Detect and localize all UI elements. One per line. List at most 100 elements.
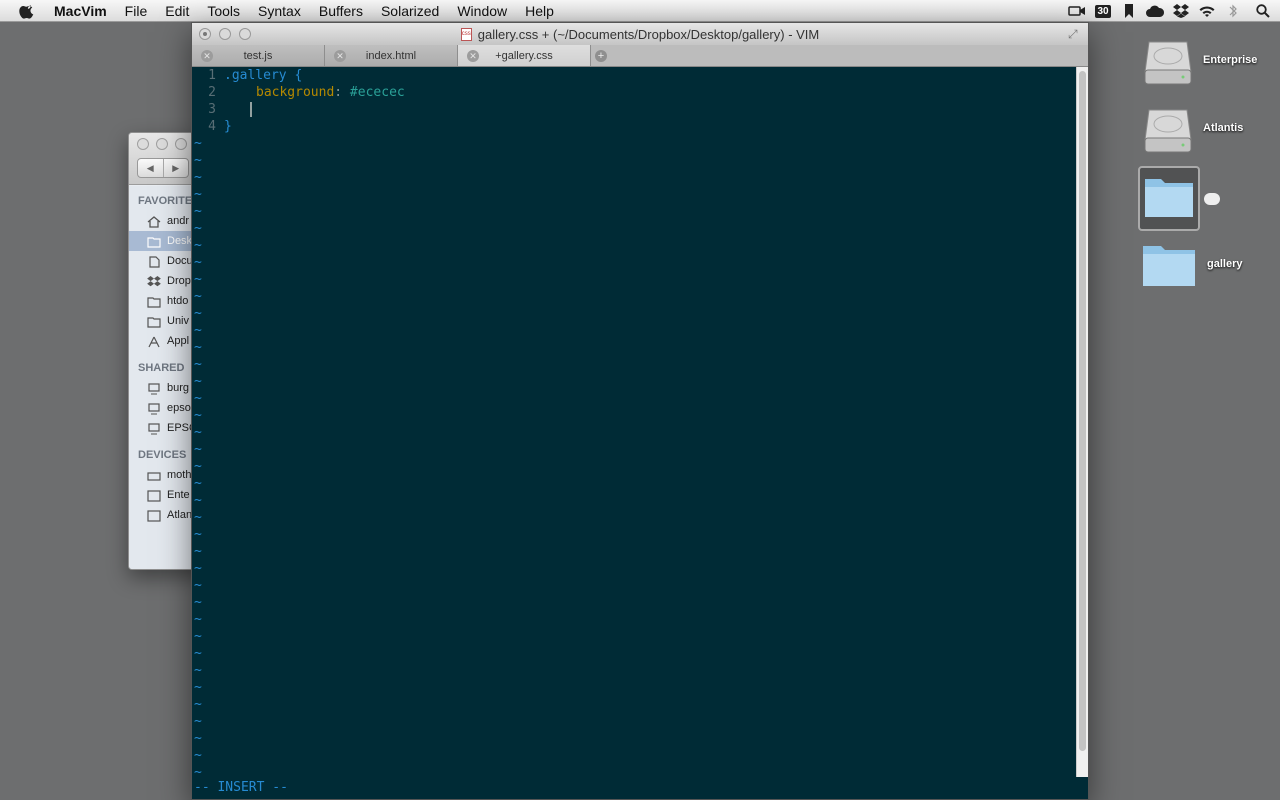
document-icon: [147, 255, 161, 268]
empty-line-tilde: ~: [194, 612, 202, 627]
empty-line-tilde: ~: [194, 442, 202, 457]
empty-line-tilde: ~: [194, 680, 202, 695]
tab-gallery-css[interactable]: ✕ +gallery.css: [458, 45, 591, 66]
hard-drive-icon: [147, 489, 161, 502]
hard-drive-icon: [147, 469, 161, 481]
calendar-icon[interactable]: 30: [1090, 0, 1116, 22]
desktop-icon-atlantis[interactable]: Atlantis: [1143, 102, 1243, 154]
fullscreen-icon[interactable]: ⤢: [1068, 27, 1082, 41]
code-line: 2 background: #ececec: [192, 84, 1076, 101]
menu-tools[interactable]: Tools: [198, 0, 249, 22]
vertical-scrollbar[interactable]: [1076, 67, 1088, 777]
open-brace: {: [286, 68, 303, 83]
empty-line-tilde: ~: [194, 153, 202, 168]
folder-icon: [147, 235, 161, 248]
line-number: 1: [208, 68, 216, 83]
line-number: 3: [208, 102, 216, 117]
desktop-icon-label: Enterprise: [1203, 54, 1258, 66]
desktop-icon-gallery[interactable]: gallery: [1141, 240, 1242, 288]
forward-arrow-icon[interactable]: ▶: [164, 159, 189, 177]
menu-buffers[interactable]: Buffers: [310, 0, 372, 22]
mode-indicator: -- INSERT --: [194, 780, 288, 795]
close-button[interactable]: [137, 138, 149, 150]
code-line: 3: [192, 101, 1076, 118]
hard-drive-icon: [1144, 41, 1192, 85]
empty-line-tilde: ~: [194, 374, 202, 389]
hard-drive-icon: [147, 509, 161, 522]
code-editor[interactable]: 1 .gallery { 2 background: #ececec 3 4 }…: [192, 67, 1076, 780]
empty-line-tilde: ~: [194, 357, 202, 372]
plus-icon: +: [595, 49, 607, 62]
scrollbar-thumb[interactable]: [1079, 71, 1086, 751]
desktop-icon-label: Atlantis: [1203, 122, 1244, 134]
css-file-icon: css: [460, 27, 472, 41]
line-number: 4: [208, 119, 216, 134]
menu-help[interactable]: Help: [516, 0, 563, 22]
empty-line-tilde: ~: [194, 391, 202, 406]
computer-icon: [147, 402, 161, 415]
zoom-button[interactable]: [175, 138, 187, 150]
empty-line-tilde: ~: [194, 459, 202, 474]
empty-line-tilde: ~: [194, 425, 202, 440]
empty-line-tilde: ~: [194, 323, 202, 338]
empty-line-tilde: ~: [194, 221, 202, 236]
video-camera-icon[interactable]: [1064, 0, 1090, 22]
empty-line-tilde: ~: [194, 544, 202, 559]
tab-index-html[interactable]: ✕ index.html: [325, 45, 458, 66]
navigation-buttons: ◀ ▶: [137, 158, 189, 178]
css-selector: .gallery: [224, 68, 287, 83]
tab-close-icon[interactable]: ✕: [334, 50, 346, 62]
empty-line-tilde: ~: [194, 255, 202, 270]
window-titlebar[interactable]: css gallery.css + (~/Documents/Dropbox/D…: [192, 23, 1088, 45]
empty-line-tilde: ~: [194, 714, 202, 729]
empty-line-tilde: ~: [194, 204, 202, 219]
menu-app-name[interactable]: MacVim: [46, 0, 116, 22]
tab-bar: ✕ test.js ✕ index.html ✕ +gallery.css +: [192, 45, 1088, 67]
menu-file[interactable]: File: [116, 0, 157, 22]
cloud-icon[interactable]: [1142, 0, 1168, 22]
empty-line-markers: ~ ~ ~ ~ ~ ~ ~ ~ ~ ~ ~ ~ ~ ~ ~ ~ ~ ~ ~ ~ ~ ~ ~ ~ ~ ~ ~ ~ ~ ~ ~ ~ ~ ~ ~ ~ ~ ~: [192, 135, 1076, 781]
spotlight-search-icon[interactable]: [1246, 0, 1280, 22]
selection-highlight: [1138, 166, 1200, 231]
menu-window[interactable]: Window: [448, 0, 516, 22]
css-property: background: [256, 85, 335, 100]
zoom-button[interactable]: [239, 28, 251, 40]
minimize-button[interactable]: [156, 138, 168, 150]
bluetooth-icon[interactable]: [1220, 0, 1246, 22]
menu-edit[interactable]: Edit: [156, 0, 198, 22]
tab-close-icon[interactable]: ✕: [201, 50, 213, 62]
tab-test-js[interactable]: ✕ test.js: [192, 45, 325, 66]
empty-line-tilde: ~: [194, 476, 202, 491]
wifi-icon[interactable]: [1194, 0, 1220, 22]
macvim-window[interactable]: css gallery.css + (~/Documents/Dropbox/D…: [191, 22, 1089, 800]
menu-syntax[interactable]: Syntax: [249, 0, 310, 22]
empty-line-tilde: ~: [194, 595, 202, 610]
css-colon: :: [334, 85, 343, 100]
code-line: 1 .gallery {: [192, 67, 1076, 84]
empty-line-tilde: ~: [194, 731, 202, 746]
new-tab-button[interactable]: +: [591, 45, 611, 66]
desktop-icon-new-folder[interactable]: [1138, 166, 1220, 231]
tab-close-icon[interactable]: ✕: [467, 50, 479, 62]
desktop-icon-label: gallery: [1207, 258, 1243, 270]
desktop-icon-enterprise[interactable]: Enterprise: [1143, 34, 1257, 86]
minimize-button[interactable]: [219, 28, 231, 40]
empty-line-tilde: ~: [194, 697, 202, 712]
empty-line-tilde: ~: [194, 510, 202, 525]
empty-line-tilde: ~: [194, 578, 202, 593]
empty-line-tilde: ~: [194, 561, 202, 576]
empty-line-tilde: ~: [194, 629, 202, 644]
close-brace: }: [224, 119, 232, 134]
close-button[interactable]: [199, 28, 211, 40]
apple-logo-icon[interactable]: [18, 3, 38, 19]
code-line: 4 }: [192, 118, 1076, 135]
bookmark-icon[interactable]: [1116, 0, 1142, 22]
back-arrow-icon[interactable]: ◀: [138, 159, 164, 177]
menu-solarized[interactable]: Solarized: [372, 0, 448, 22]
css-value: #ececec: [342, 85, 405, 100]
computer-icon: [147, 382, 161, 395]
dropbox-icon[interactable]: [1168, 0, 1194, 22]
line-number: 2: [208, 85, 216, 100]
menu-bar: MacVim File Edit Tools Syntax Buffers So…: [0, 0, 1280, 22]
window-title: gallery.css + (~/Documents/Dropbox/Deskt…: [477, 26, 820, 42]
